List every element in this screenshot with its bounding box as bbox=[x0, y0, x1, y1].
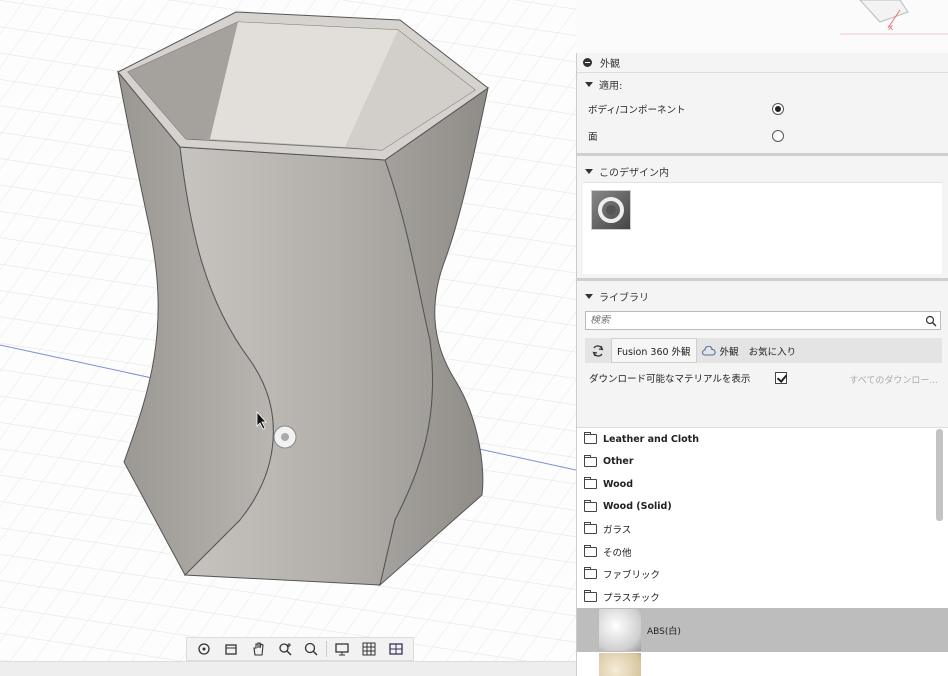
axis-x-label: x bbox=[888, 23, 894, 33]
panel-title: 外観 bbox=[600, 59, 620, 70]
folder-label: その他 bbox=[603, 547, 632, 559]
triangle-down-icon bbox=[585, 81, 593, 87]
display-settings-button[interactable] bbox=[330, 640, 354, 658]
appearance-panel: 外観 適用: ボディ/コンポーネント 面 このデザイン内 ライブラリ Fusi bbox=[576, 53, 948, 676]
download-filter-row: ダウンロード可能なマテリアルを表示 すべてのダウンロー... bbox=[577, 363, 948, 393]
library-search bbox=[585, 311, 941, 330]
folder-label: Wood bbox=[603, 478, 633, 490]
zoom-button[interactable] bbox=[273, 640, 297, 658]
folder-label: ガラス bbox=[603, 525, 632, 537]
library-section-header[interactable]: ライブラリ bbox=[577, 285, 948, 307]
panel-header[interactable]: 外観 bbox=[577, 53, 948, 73]
navigation-toolbar bbox=[186, 637, 414, 661]
monitor-icon bbox=[335, 643, 349, 656]
tab-cloud-appearance[interactable]: 外観 bbox=[697, 338, 744, 363]
in-design-heading: このデザイン内 bbox=[599, 167, 669, 179]
viewports-icon bbox=[388, 643, 403, 655]
grid-settings-button[interactable] bbox=[357, 640, 381, 658]
orbit-icon bbox=[198, 643, 211, 655]
face-radio[interactable] bbox=[772, 130, 784, 142]
folder-item[interactable]: Leather and Cloth bbox=[577, 428, 948, 451]
folder-icon bbox=[584, 544, 597, 557]
folder-icon bbox=[584, 454, 597, 467]
triangle-down-icon bbox=[585, 293, 593, 299]
ring-icon bbox=[598, 197, 624, 223]
apply-option-body[interactable]: ボディ/コンポーネント bbox=[577, 95, 948, 122]
folder-label: Other bbox=[603, 456, 634, 468]
magnifier-icon bbox=[305, 642, 318, 656]
design-viewport[interactable] bbox=[0, 0, 576, 676]
download-all-link[interactable]: すべてのダウンロー... bbox=[849, 373, 938, 386]
search-icon[interactable] bbox=[925, 315, 937, 327]
design-material-thumbnail[interactable] bbox=[591, 190, 631, 230]
viewports-button[interactable] bbox=[384, 640, 408, 658]
material-item[interactable] bbox=[577, 652, 948, 676]
search-input[interactable] bbox=[586, 315, 916, 326]
refresh-icon bbox=[592, 344, 604, 357]
folder-item[interactable]: Wood bbox=[577, 473, 948, 496]
section-divider bbox=[577, 153, 948, 156]
tab-label: お気に入り bbox=[748, 346, 797, 358]
folder-item[interactable]: Other bbox=[577, 451, 948, 474]
download-filter-label: ダウンロード可能なマテリアルを表示 bbox=[589, 374, 751, 385]
folder-label: Leather and Cloth bbox=[603, 433, 699, 445]
orbit-button[interactable] bbox=[192, 640, 216, 658]
apply-option-label: 面 bbox=[588, 131, 598, 143]
material-label: ABS(白) bbox=[647, 626, 681, 637]
cloud-icon bbox=[701, 345, 716, 356]
toolbar-separator bbox=[326, 641, 328, 657]
tab-label: Fusion 360 外観 bbox=[617, 346, 691, 358]
library-heading: ライブラリ bbox=[599, 292, 649, 304]
in-design-materials bbox=[583, 182, 942, 274]
folder-icon bbox=[584, 499, 597, 512]
vase-model[interactable] bbox=[117, 11, 489, 587]
in-design-section-header[interactable]: このデザイン内 bbox=[577, 160, 948, 182]
pan-button[interactable] bbox=[246, 640, 270, 658]
apply-option-label: ボディ/コンポーネント bbox=[588, 104, 686, 116]
scrollbar-thumb[interactable] bbox=[936, 429, 943, 521]
grid-icon bbox=[362, 642, 376, 656]
library-tabs: Fusion 360 外観 外観 お気に入り bbox=[585, 338, 942, 363]
apply-section-header[interactable]: 適用: bbox=[577, 73, 948, 95]
library-scrollbar[interactable] bbox=[936, 427, 943, 676]
folder-icon bbox=[584, 522, 597, 535]
section-divider bbox=[577, 278, 948, 281]
apply-heading: 適用: bbox=[599, 80, 623, 92]
model-canvas[interactable] bbox=[0, 0, 576, 676]
tab-label: 外観 bbox=[719, 346, 739, 358]
triangle-down-icon bbox=[585, 168, 593, 174]
folder-icon bbox=[584, 432, 597, 445]
collapse-icon[interactable] bbox=[583, 58, 592, 67]
material-swatch bbox=[599, 609, 641, 651]
apply-option-face[interactable]: 面 bbox=[577, 122, 948, 149]
download-filter-checkbox[interactable] bbox=[775, 372, 787, 384]
folder-label: Wood (Solid) bbox=[603, 501, 672, 513]
fit-button[interactable] bbox=[299, 640, 323, 658]
folder-label: プラスチック bbox=[603, 592, 660, 604]
folder-item[interactable]: プラスチック bbox=[577, 586, 948, 609]
tab-fusion-appearance[interactable]: Fusion 360 外観 bbox=[611, 338, 697, 363]
folder-icon bbox=[584, 589, 597, 602]
folder-icon bbox=[584, 477, 597, 490]
viewcube-widget[interactable]: x bbox=[840, 0, 948, 52]
folder-item[interactable]: Wood (Solid) bbox=[577, 496, 948, 519]
folder-icon bbox=[584, 567, 597, 580]
body-component-radio[interactable] bbox=[772, 103, 784, 115]
material-swatch bbox=[599, 653, 641, 676]
status-bar bbox=[0, 661, 576, 676]
look-at-button[interactable] bbox=[219, 640, 243, 658]
folder-label: ファブリック bbox=[603, 570, 661, 582]
folder-item[interactable]: その他 bbox=[577, 541, 948, 564]
tab-favorites[interactable]: お気に入り bbox=[744, 338, 802, 363]
folder-item[interactable]: ファブリック bbox=[577, 563, 948, 586]
zoom-icon bbox=[279, 643, 292, 656]
material-item-abs-white[interactable]: ABS(白) bbox=[577, 608, 948, 652]
look-at-icon bbox=[225, 644, 237, 655]
folder-item[interactable]: ガラス bbox=[577, 518, 948, 541]
library-list: Leather and Cloth Other Wood Wood (Solid… bbox=[577, 427, 948, 676]
hand-icon bbox=[253, 642, 264, 656]
refresh-button[interactable] bbox=[585, 338, 611, 363]
